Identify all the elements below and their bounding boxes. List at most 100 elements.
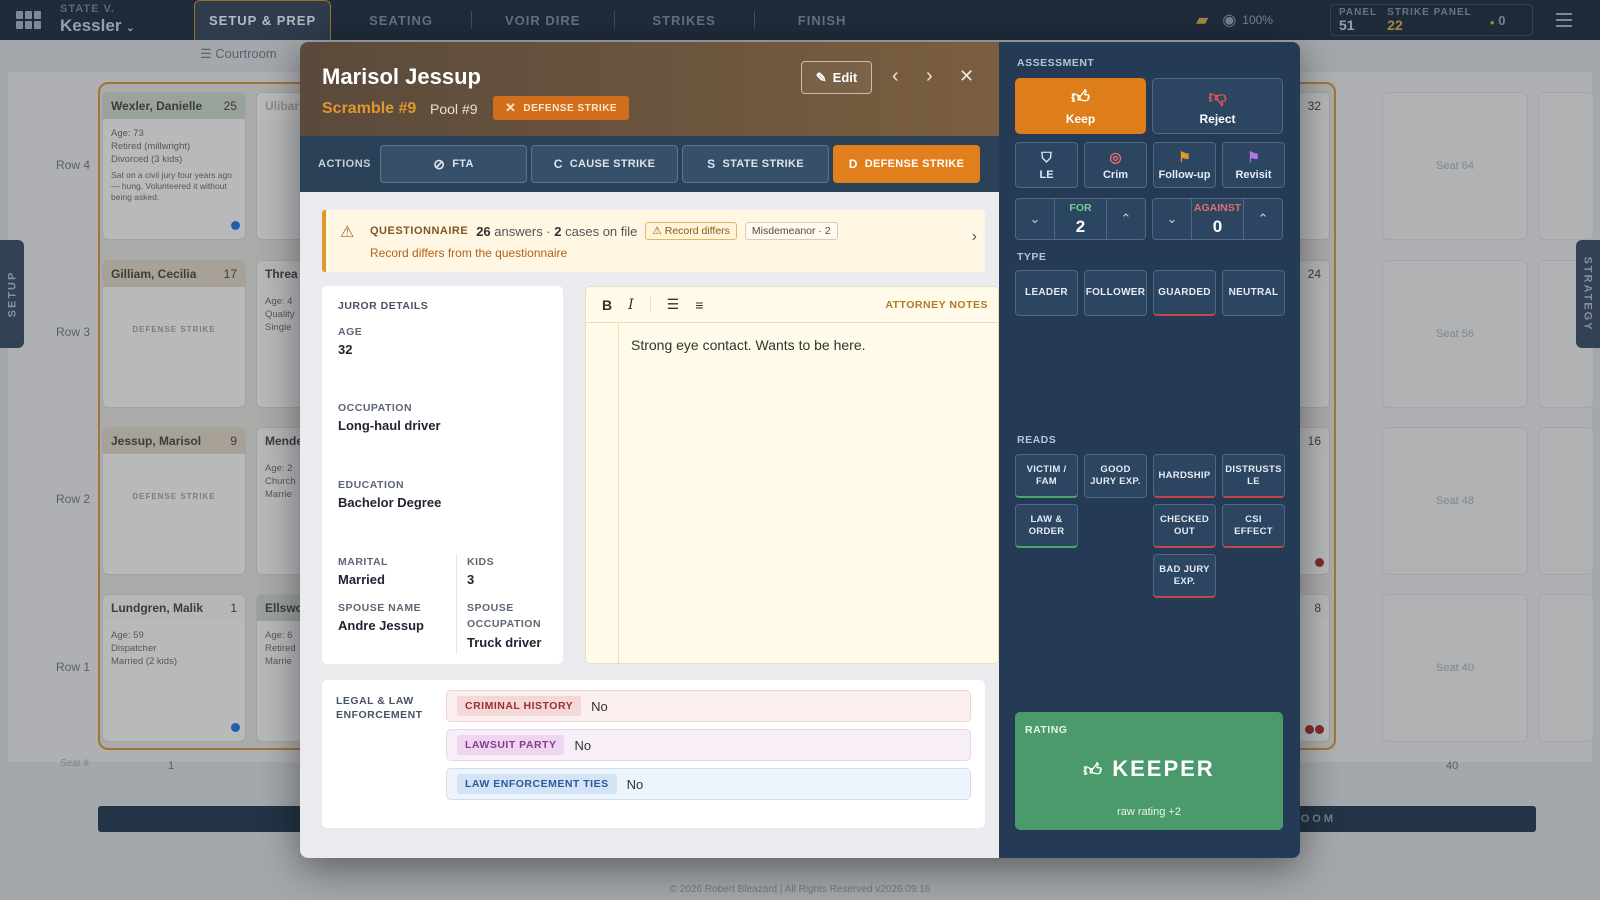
x-icon: ✕ <box>505 100 517 115</box>
type-follower-button[interactable]: FOLLOWER <box>1084 270 1147 316</box>
chevron-left-icon[interactable]: ‹ <box>892 66 899 86</box>
kids-label: KIDS <box>467 556 495 568</box>
bold-icon[interactable]: B <box>602 297 612 313</box>
read-checked-out-button[interactable]: CHECKED OUT <box>1153 504 1216 548</box>
criminal-history-value: No <box>591 698 608 714</box>
fta-button[interactable]: ⊘ FTA <box>380 145 527 183</box>
marital-label: MARITAL <box>338 556 388 568</box>
status-badge: ✕ DEFENSE STRIKE <box>493 96 630 120</box>
lawsuit-party-tag: LAWSUIT PARTY <box>457 735 565 755</box>
for-counter: ⌄ FOR 2 ⌃ <box>1015 198 1146 240</box>
close-icon[interactable]: ✕ <box>959 66 974 86</box>
warning-icon: ⚠ <box>340 224 355 241</box>
read-bad-jury-exp-button[interactable]: BAD JURY EXP. <box>1153 554 1216 598</box>
crim-flag-button[interactable]: ◎ Crim <box>1084 142 1147 188</box>
juror-detail-modal: Marisol Jessup Scramble #9 Pool #9 ✕ DEFE… <box>300 42 1300 858</box>
for-label: FOR <box>1069 202 1092 215</box>
keep-button[interactable]: 👍︎ Keep <box>1015 78 1146 134</box>
actions-label: ACTIONS <box>318 158 371 170</box>
law-enforcement-ties-row[interactable]: LAW ENFORCEMENT TIES No <box>446 768 971 800</box>
occupation-value: Long-haul driver <box>338 418 441 433</box>
edit-button[interactable]: ✎ Edit <box>801 61 872 94</box>
criminal-history-row[interactable]: CRIMINAL HISTORY No <box>446 690 971 722</box>
criminal-history-tag: CRIMINAL HISTORY <box>457 696 582 716</box>
questionnaire-banner[interactable]: ⚠ QUESTIONNAIRE 26 answers · 2 cases on … <box>322 210 985 272</box>
misdemeanor-chip: Misdemeanor · 2 <box>744 222 838 240</box>
lawsuit-party-value: No <box>574 737 592 753</box>
read-csi-effect-button[interactable]: CSI EFFECT <box>1222 504 1285 548</box>
italic-icon[interactable]: I <box>628 297 634 313</box>
read-distrusts-le-button[interactable]: DISTRUSTS LE <box>1222 454 1285 498</box>
status-badge-label: DEFENSE STRIKE <box>523 102 618 114</box>
answers-count: 26 <box>476 223 491 239</box>
cause-strike-prefix: C <box>553 157 563 171</box>
chevron-right-icon[interactable]: › <box>926 66 933 86</box>
type-neutral-button[interactable]: NEUTRAL <box>1222 270 1285 316</box>
follow-up-flag-button[interactable]: ⚑ Follow-up <box>1153 142 1216 188</box>
reads-title: READS <box>1017 434 1057 446</box>
scramble-number: Scramble #9 <box>322 100 417 117</box>
flag-icon: ⚑ <box>1178 149 1191 165</box>
keep-label: Keep <box>1065 112 1096 126</box>
cases-text: cases on file <box>565 223 638 239</box>
toolbar-divider <box>649 296 651 313</box>
numbered-list-icon[interactable]: ≡ <box>695 297 703 313</box>
cause-strike-button[interactable]: C CAUSE STRIKE <box>531 145 678 183</box>
attorney-notes-panel: B I ☰ ≡ ATTORNEY NOTES Strong eye contac… <box>585 286 999 664</box>
questionnaire-label: QUESTIONNAIRE <box>370 225 469 237</box>
read-hardship-button[interactable]: HARDSHIP <box>1153 454 1216 498</box>
against-counter: ⌄ AGAINST 0 ⌃ <box>1152 198 1283 240</box>
spouse-name-label: SPOUSE NAME <box>338 602 422 614</box>
notes-toolbar: B I ☰ ≡ ATTORNEY NOTES <box>586 287 998 323</box>
actions-bar: ACTIONS ⊘ FTA C CAUSE STRIKE S STATE STRIKE… <box>300 136 999 192</box>
fta-label: FTA <box>452 158 474 170</box>
pencil-icon: ✎ <box>815 69 827 85</box>
lawsuit-party-row[interactable]: LAWSUIT PARTY No <box>446 729 971 761</box>
fingerprint-icon: ◎ <box>1109 149 1122 165</box>
thumbs-up-icon: 👍︎ <box>1071 87 1090 107</box>
defense-strike-button[interactable]: D DEFENSE STRIKE <box>833 145 980 183</box>
read-law-order-button[interactable]: LAW & ORDER <box>1015 504 1078 548</box>
read-good-jury-exp-button[interactable]: GOOD JURY EXP. <box>1084 454 1147 498</box>
state-strike-button[interactable]: S STATE STRIKE <box>682 145 829 183</box>
law-enforcement-ties-value: No <box>626 776 644 792</box>
chevron-up-icon[interactable]: ⌃ <box>1244 199 1282 239</box>
chevron-up-icon[interactable]: ⌃ <box>1107 199 1145 239</box>
law-enforcement-ties-tag: LAW ENFORCEMENT TIES <box>457 774 617 794</box>
cause-strike-label: CAUSE STRIKE <box>569 158 656 170</box>
thumbs-up-icon: 👍︎ <box>1083 760 1105 780</box>
kids-value: 3 <box>467 572 475 587</box>
revisit-flag-button[interactable]: ⚑ Revisit <box>1222 142 1285 188</box>
notes-editor[interactable]: Strong eye contact. Wants to be here. <box>618 323 998 663</box>
modal-header: Marisol Jessup Scramble #9 Pool #9 ✕ DEFE… <box>300 42 999 136</box>
rating-label: RATING <box>1025 724 1068 736</box>
cases-count: 2 <box>554 223 562 239</box>
age-value: 32 <box>338 342 353 357</box>
follow-up-flag-label: Follow-up <box>1158 169 1211 181</box>
questionnaire-message: Record differs from the questionnaire <box>370 246 568 260</box>
shield-icon: ⛉ <box>1041 149 1052 165</box>
chevron-right-icon[interactable]: › <box>972 228 977 246</box>
read-victim-fam-button[interactable]: VICTIM / FAM <box>1015 454 1078 498</box>
bullet-list-icon[interactable]: ☰ <box>667 296 680 313</box>
answers-text: answers · <box>494 223 551 239</box>
flag-icon: ⚑ <box>1247 149 1260 165</box>
edit-label: Edit <box>832 70 858 85</box>
state-strike-prefix: S <box>707 157 716 171</box>
spouse-occupation-label: SPOUSE <box>467 602 514 614</box>
thumbs-down-icon: 👎︎ <box>1208 87 1227 107</box>
le-flag-button[interactable]: ⛉ LE <box>1015 142 1078 188</box>
legal-title: LEGAL & LAW ENFORCEMENT <box>336 695 423 721</box>
occupation-label: OCCUPATION <box>338 402 413 414</box>
type-guarded-button[interactable]: GUARDED <box>1153 270 1216 316</box>
reject-button[interactable]: 👎︎ Reject <box>1152 78 1283 134</box>
defense-strike-prefix: D <box>848 157 858 171</box>
attorney-notes-label: ATTORNEY NOTES <box>885 299 988 311</box>
reject-label: Reject <box>1199 112 1236 126</box>
type-leader-button[interactable]: LEADER <box>1015 270 1078 316</box>
against-value: 0 <box>1212 216 1223 236</box>
raw-rating: raw rating +2 <box>1117 806 1181 818</box>
chevron-down-icon[interactable]: ⌄ <box>1153 199 1191 239</box>
chevron-down-icon[interactable]: ⌄ <box>1016 199 1054 239</box>
rating-card: RATING 👍︎ KEEPER raw rating +2 <box>1015 712 1283 830</box>
